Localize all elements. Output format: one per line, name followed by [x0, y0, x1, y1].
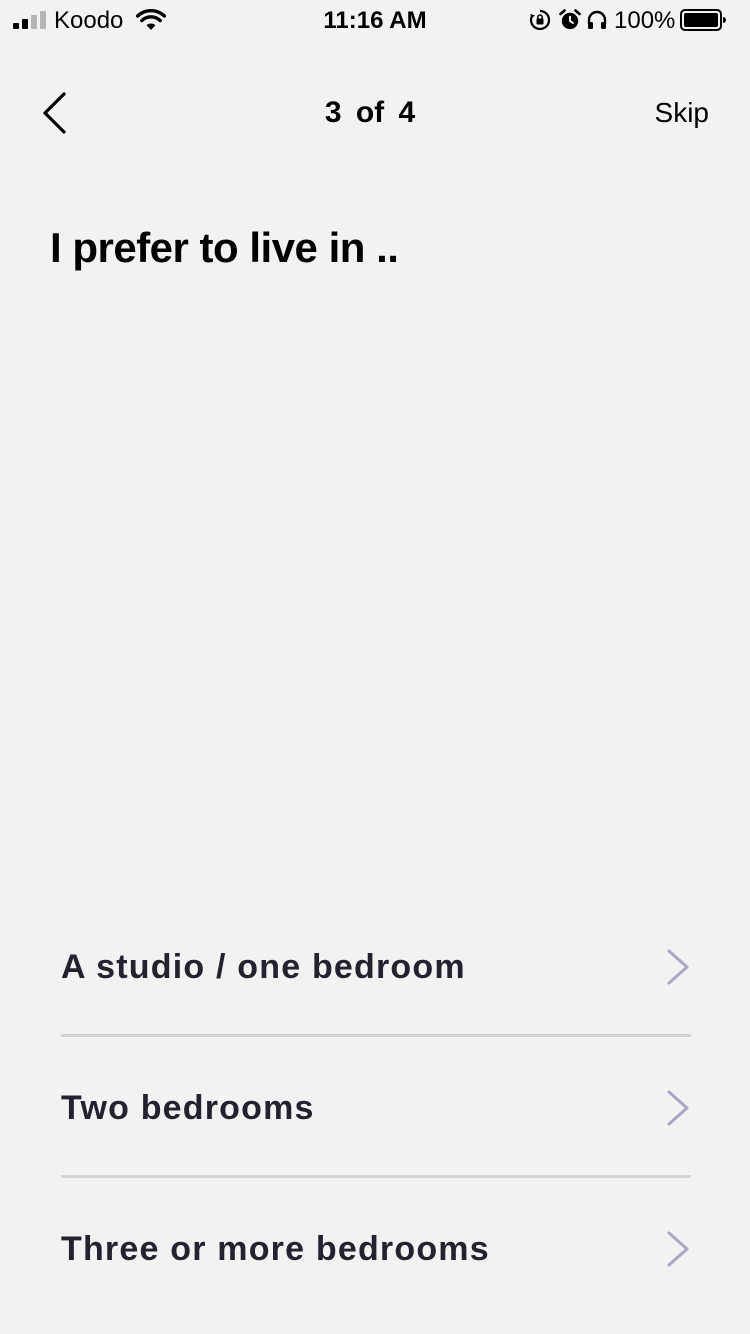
- option-label: Two bedrooms: [61, 1089, 315, 1127]
- page-title: I prefer to live in ..: [50, 224, 399, 271]
- headphones-icon: [587, 10, 607, 29]
- step-indicator: 3 of 4: [324, 96, 416, 129]
- skip-button[interactable]: Skip: [655, 96, 709, 130]
- chevron-right-icon: [667, 949, 689, 985]
- option-label: A studio / one bedroom: [61, 948, 466, 986]
- options-list: A studio / one bedroom Two bedrooms Thre…: [61, 896, 691, 1318]
- option-two-bedrooms[interactable]: Two bedrooms: [61, 1037, 691, 1177]
- orientation-lock-icon: [529, 9, 551, 31]
- chevron-right-icon: [667, 1231, 689, 1267]
- option-label: Three or more bedrooms: [61, 1230, 490, 1268]
- screen: Koodo 11:16 AM 100% 3 of 4 Skip I prefer…: [0, 0, 750, 1334]
- status-bar: Koodo 11:16 AM 100%: [0, 0, 750, 40]
- chevron-right-icon: [667, 1090, 689, 1126]
- option-three-or-more-bedrooms[interactable]: Three or more bedrooms: [61, 1178, 691, 1318]
- option-studio-one-bedroom[interactable]: A studio / one bedroom: [61, 896, 691, 1036]
- alarm-icon: [559, 9, 581, 30]
- battery-percentage: 100%: [614, 7, 676, 34]
- battery-icon: [680, 9, 726, 31]
